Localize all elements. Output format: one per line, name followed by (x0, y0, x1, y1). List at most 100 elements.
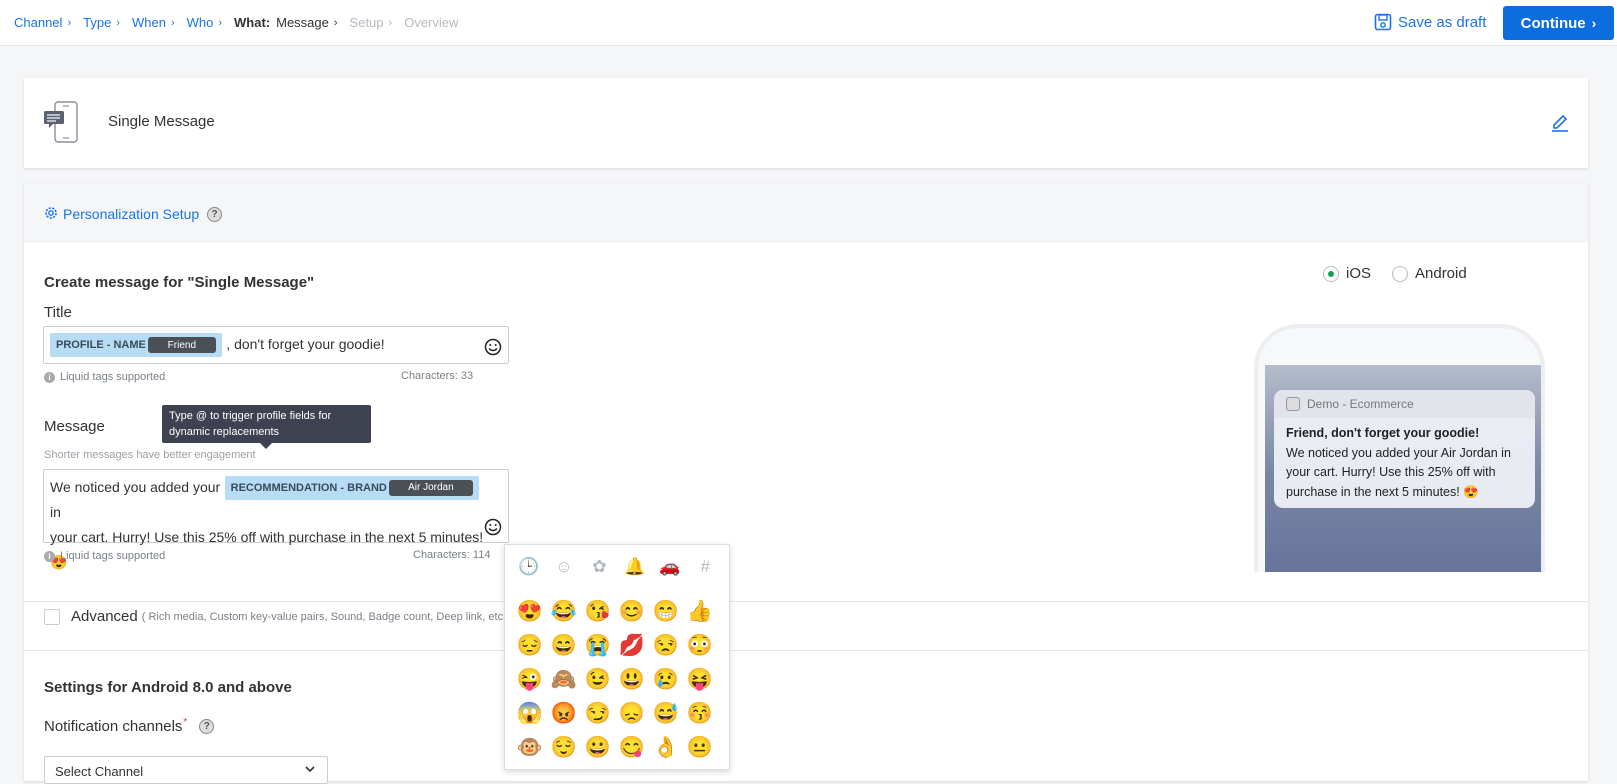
emoji-option[interactable]: 😋 (615, 731, 649, 765)
emoji-option[interactable]: 😊 (615, 595, 649, 629)
personalization-setup-bar: Personalization Setup ? (24, 183, 1588, 242)
platform-android-label: Android (1415, 265, 1467, 282)
emoji-option[interactable]: 🐵 (513, 731, 547, 765)
message-text-in: in (50, 504, 61, 520)
bell-icon[interactable]: 🔔 (623, 557, 647, 585)
emoji-option[interactable]: 😍 (513, 595, 547, 629)
tag-trigger-tooltip: Type @ to trigger profile fields for dyn… (162, 405, 371, 449)
emoji-option[interactable]: 😉 (581, 663, 615, 697)
hash-icon[interactable]: # (693, 557, 717, 585)
title-input[interactable]: PROFILE - NAME Friend , don't forget your… (43, 326, 509, 364)
emoji-option[interactable]: 😌 (547, 731, 581, 765)
radio-unselected-icon (1392, 265, 1408, 282)
emoji-option[interactable]: 🙈 (547, 663, 581, 697)
emoji-option[interactable]: 😭 (581, 629, 615, 663)
message-sublabel: Shorter messages have better engagement (44, 449, 256, 461)
chevron-right-icon: › (67, 16, 72, 29)
platform-android-radio[interactable]: Android (1392, 265, 1467, 282)
gear-icon[interactable] (43, 205, 59, 221)
breadcrumb-type[interactable]: Type › (83, 15, 120, 30)
personalization-setup-link[interactable]: Personalization Setup (63, 206, 199, 222)
breadcrumb-when-label: When (131, 15, 166, 30)
breadcrumb: Channel › Type › When › Who › What: Message › … (14, 15, 470, 30)
android-settings-heading: Settings for Android 8.0 and above (44, 679, 292, 696)
breadcrumb-who[interactable]: Who › (187, 15, 222, 30)
advanced-label: Advanced (71, 608, 138, 625)
clock-icon[interactable]: 🕒 (517, 557, 541, 585)
emoji-option[interactable]: 😚 (683, 697, 717, 731)
emoji-option[interactable]: 😅 (649, 697, 683, 731)
select-channel-value: Select Channel (55, 764, 144, 779)
info-icon: i (44, 371, 55, 383)
breadcrumb-when[interactable]: When › (132, 15, 175, 30)
advanced-checkbox[interactable] (44, 608, 60, 625)
divider (24, 650, 1588, 651)
breadcrumb-what: What: Message › (234, 15, 338, 30)
title-liquid-hint-text: Liquid tags supported (60, 371, 166, 383)
notification-header: Demo - Ecommerce (1274, 390, 1535, 418)
emoji-option[interactable]: 😳 (683, 629, 717, 663)
emoji-option[interactable]: 😏 (581, 697, 615, 731)
chevron-right-icon: › (1591, 15, 1597, 31)
emoji-picker-icon[interactable] (484, 338, 502, 356)
emoji-option[interactable]: 😞 (615, 697, 649, 731)
breadcrumb-channel[interactable]: Channel › (14, 15, 71, 30)
platform-ios-radio[interactable]: iOS (1323, 265, 1371, 282)
message-text-before: We noticed you added your (50, 479, 221, 495)
emoji-option[interactable]: 💋 (615, 629, 649, 663)
emoji-option[interactable]: 👌 (649, 731, 683, 765)
chevron-down-icon (305, 766, 315, 773)
emoji-grid: 😍 😂 😘 😊 😁 👍 😔 😄 😭 💋 😒 😳 😜 🙈 😉 😃 😢 😝 😱 😡 😏 😞 😅 😚 🐵 😌 😀 😋 👌 😐 (513, 595, 717, 765)
emoji-option[interactable]: 😱 (513, 697, 547, 731)
notification-app-name: Demo - Ecommerce (1307, 397, 1414, 411)
emoji-option[interactable]: 😡 (547, 697, 581, 731)
help-icon[interactable]: ? (187, 719, 215, 734)
recommendation-brand-tag-value: Air Jordan (388, 479, 473, 496)
notification-body: Friend, don't forget your goodie! We not… (1274, 418, 1535, 508)
emoji-picker-icon[interactable] (484, 518, 502, 536)
breadcrumb-what-prefix: What: (234, 15, 271, 30)
emoji-option[interactable]: 😁 (649, 595, 683, 629)
notification-channels-text: Notification channels (44, 718, 183, 735)
profile-name-tag[interactable]: PROFILE - NAME Friend (50, 333, 222, 357)
create-message-heading: Create message for "Single Message" (44, 274, 315, 291)
emoji-option[interactable]: 😂 (547, 595, 581, 629)
emoji-option[interactable]: 😀 (581, 731, 615, 765)
car-icon[interactable]: 🚗 (658, 557, 682, 585)
top-bar: Channel › Type › When › Who › What: Message › … (0, 0, 1617, 46)
title-liquid-hint: i Liquid tags supported (44, 371, 165, 383)
notification-channel-select[interactable]: Select Channel (44, 756, 328, 784)
continue-button[interactable]: Continue › (1503, 6, 1614, 40)
edit-pencil-icon[interactable] (1551, 112, 1569, 132)
recommendation-brand-tag[interactable]: RECOMMENDATION - BRAND Air Jordan (224, 475, 479, 500)
chevron-right-icon: › (170, 16, 175, 29)
emoji-option[interactable]: 😐 (683, 731, 717, 765)
emoji-option[interactable]: 😜 (513, 663, 547, 697)
emoji-option[interactable]: 😢 (649, 663, 683, 697)
emoji-option[interactable]: 😃 (615, 663, 649, 697)
phone-preview: Demo - Ecommerce Friend, don't forget yo… (1254, 324, 1545, 572)
emoji-option[interactable]: 👍 (683, 595, 717, 629)
emoji-option[interactable]: 😒 (649, 629, 683, 663)
breadcrumb-setup: Setup › (350, 15, 393, 30)
emoji-option[interactable]: 😔 (513, 629, 547, 663)
platform-ios-label: iOS (1346, 265, 1372, 282)
save-draft-button[interactable]: Save as draft (1374, 13, 1486, 31)
flower-icon[interactable]: ✿ (587, 557, 611, 585)
help-icon[interactable]: ? (207, 207, 222, 222)
title-label: Title (44, 304, 72, 321)
emoji-option[interactable]: 😘 (581, 595, 615, 629)
floppy-disk-icon (1374, 13, 1392, 31)
notification-message: We noticed you added your Air Jordan in … (1286, 445, 1511, 499)
advanced-option[interactable]: Advanced ( Rich media, Custom key-value … (44, 608, 513, 625)
radio-selected-icon (1323, 265, 1339, 282)
emoji-option[interactable]: 😝 (683, 663, 717, 697)
breadcrumb-overview-label: Overview (404, 15, 459, 30)
title-char-count: Characters: 33 (401, 370, 474, 382)
notification-title: Friend, don't forget your goodie! (1286, 426, 1480, 440)
smiley-icon[interactable]: ☺ (552, 557, 576, 585)
emoji-option[interactable]: 😄 (547, 629, 581, 663)
phone-message-icon (44, 101, 78, 143)
message-input[interactable]: We noticed you added your RECOMMENDATION… (43, 469, 509, 570)
chevron-right-icon: › (218, 16, 223, 29)
